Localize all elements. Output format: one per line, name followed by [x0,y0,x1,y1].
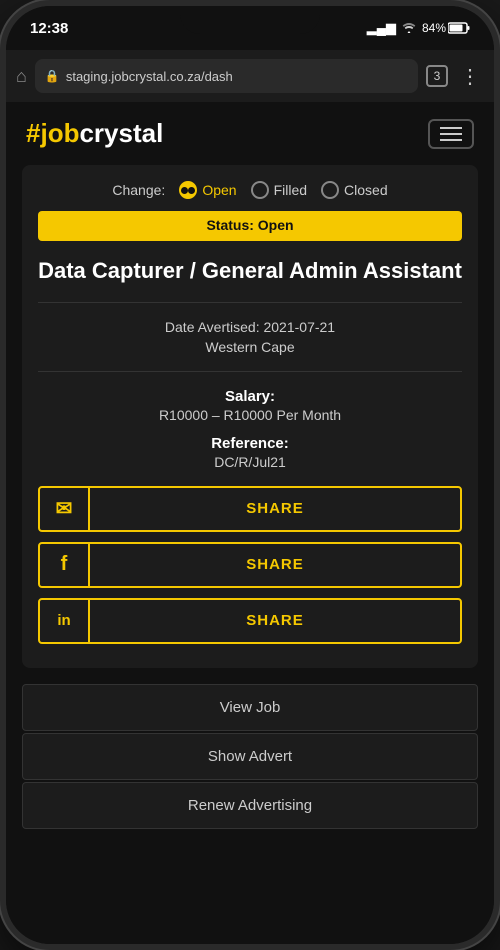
facebook-icon-box: f [40,544,90,586]
lock-icon: 🔒 [45,69,60,83]
job-details: Salary: R10000 – R10000 Per Month Refere… [38,388,462,470]
url-text: staging.jobcrystal.co.za/dash [66,69,408,84]
facebook-icon: f [61,553,68,576]
signal-icon: ▂▄▆ [367,20,396,36]
site-header: #jobcrystal [6,102,494,165]
facebook-share-label: SHARE [90,556,460,573]
status-time: 12:38 [30,20,68,37]
linkedin-share-label: SHARE [90,612,460,629]
job-location: Western Cape [38,339,462,355]
salary-label: Salary: [38,388,462,405]
radio-open-label: Open [202,182,236,198]
change-label: Change: [112,182,165,198]
renew-advertising-button[interactable]: Renew Advertising [22,782,478,829]
linkedin-share-button[interactable]: in SHARE [38,598,462,644]
renew-advertising-label: Renew Advertising [188,797,312,814]
logo-crystal: crystal [79,118,163,148]
hamburger-line-3 [440,139,462,141]
reference-value: DC/R/Jul21 [38,454,462,470]
job-title: Data Capturer / General Admin Assistant [38,257,462,303]
email-share-button[interactable]: ✉ SHARE [38,486,462,532]
status-banner-text: Status: Open [206,217,293,233]
home-icon[interactable]: ⌂ [16,66,27,87]
logo-hash: # [26,118,40,148]
salary-value: R10000 – R10000 Per Month [38,407,462,423]
battery-indicator: 84% [422,21,470,35]
radio-filled-label: Filled [274,182,307,198]
status-toggle: Change: Open Filled Closed [38,181,462,199]
logo-job: job [40,118,79,148]
hamburger-button[interactable] [428,119,474,149]
browser-bar: ⌂ 🔒 staging.jobcrystal.co.za/dash 3 ⋮ [6,50,494,102]
browser-menu-icon[interactable]: ⋮ [456,64,484,89]
email-icon: ✉ [56,496,73,521]
radio-open-circle [179,181,197,199]
show-advert-label: Show Advert [208,748,292,765]
phone-frame: 12:38 ▂▄▆ 84% ⌂ 🔒 [0,0,500,950]
hamburger-line-1 [440,127,462,129]
radio-closed[interactable]: Closed [321,181,388,199]
job-date: Date Avertised: 2021-07-21 [38,319,462,335]
linkedin-icon: in [57,612,70,629]
view-job-label: View Job [220,699,281,716]
facebook-share-button[interactable]: f SHARE [38,542,462,588]
status-icons: ▂▄▆ 84% [367,20,470,36]
wifi-icon [401,21,417,36]
view-job-button[interactable]: View Job [22,684,478,731]
radio-filled[interactable]: Filled [251,181,307,199]
action-buttons: View Job Show Advert Renew Advertising [22,684,478,829]
job-card: Change: Open Filled Closed St [22,165,478,668]
radio-filled-circle [251,181,269,199]
radio-closed-circle [321,181,339,199]
notch [180,6,320,34]
linkedin-icon-box: in [40,600,90,642]
share-buttons: ✉ SHARE f SHARE in SHARE [38,486,462,644]
job-meta: Date Avertised: 2021-07-21 Western Cape [38,319,462,372]
radio-closed-label: Closed [344,182,388,198]
page-content: #jobcrystal Change: Open [6,102,494,944]
url-bar[interactable]: 🔒 staging.jobcrystal.co.za/dash [35,59,418,93]
show-advert-button[interactable]: Show Advert [22,733,478,780]
email-share-label: SHARE [90,500,460,517]
hamburger-line-2 [440,133,462,135]
radio-open[interactable]: Open [179,181,236,199]
battery-text: 84% [422,21,446,35]
reference-label: Reference: [38,435,462,452]
status-banner: Status: Open [38,211,462,241]
site-logo: #jobcrystal [26,118,163,149]
tab-count[interactable]: 3 [426,65,448,87]
email-icon-box: ✉ [40,488,90,530]
